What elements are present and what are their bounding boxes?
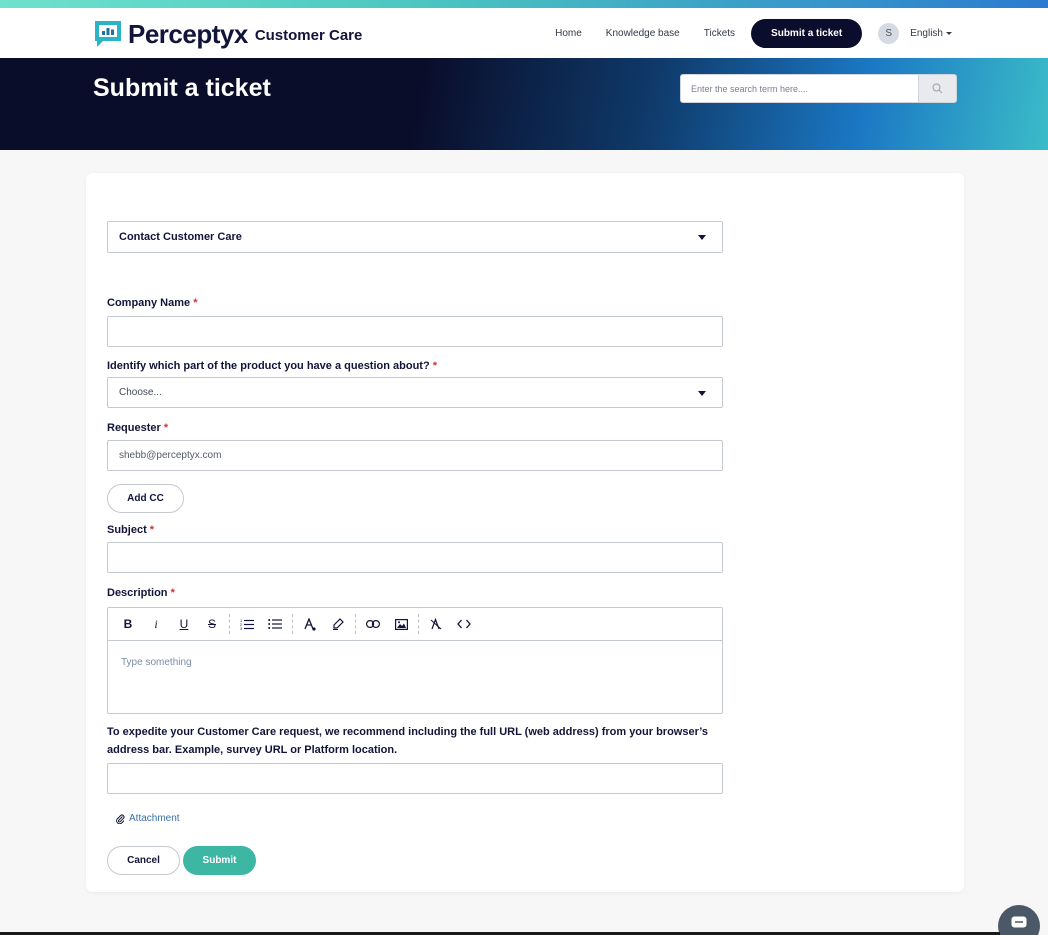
clear-format-icon[interactable] [422,613,450,635]
ticket-form-select[interactable]: Contact Customer Care [107,221,723,253]
language-label: English [910,27,943,39]
requester-field: Requester * [107,422,723,471]
editor-toolbar: B i U S 1 2 3 [108,608,722,641]
search-button[interactable] [919,74,957,103]
hero-banner: Submit a ticket [0,58,1048,150]
attachment-label: Attachment [129,813,180,824]
page-title: Submit a ticket [93,74,271,102]
chat-widget-button[interactable] [998,905,1040,935]
search-bar [680,74,957,103]
top-accent-bar [0,0,1048,8]
requester-label-text: Requester [107,422,161,434]
chevron-down-icon [698,235,706,240]
nav-submit-ticket-button[interactable]: Submit a ticket [751,18,863,48]
language-selector[interactable]: English [910,28,952,39]
company-name-field: Company Name * [107,297,723,347]
brand-product: Customer Care [254,27,363,44]
required-mark: * [193,297,198,309]
bold-icon[interactable]: B [114,613,142,635]
cancel-button[interactable]: Cancel [107,846,180,875]
strikethrough-icon[interactable]: S [198,613,226,635]
ticket-form-select-value: Contact Customer Care [119,231,242,243]
bullet-list-icon[interactable] [261,613,289,635]
site-header: Perceptyx Customer Care Home Knowledge b… [0,8,1048,58]
brand-name: Perceptyx [128,18,248,49]
toolbar-divider [292,614,293,634]
subject-field: Subject * [107,524,723,573]
required-mark: * [170,587,175,599]
subject-input[interactable] [107,542,723,573]
search-input[interactable] [680,74,919,103]
nav-tickets[interactable]: Tickets [704,28,735,39]
description-label: Description * [107,587,723,599]
ordered-list-icon[interactable]: 1 2 3 [233,613,261,635]
nav-knowledge-base[interactable]: Knowledge base [606,28,680,39]
search-icon [932,83,943,94]
chevron-down-icon [698,391,706,396]
subject-label-text: Subject [107,524,147,536]
ticket-form-select-field: Contact Customer Care [107,221,723,253]
brand-logo[interactable]: Perceptyx Customer Care [93,18,362,50]
underline-icon[interactable]: U [170,613,198,635]
submit-button[interactable]: Submit [183,846,256,875]
description-placeholder: Type something [121,657,192,668]
product-part-select[interactable]: Choose... [107,377,723,408]
image-icon[interactable] [387,613,415,635]
product-part-label-text: Identify which part of the product you h… [107,360,430,372]
requester-input[interactable] [107,440,723,471]
description-label-row: Description * [107,587,723,599]
product-part-field: Identify which part of the product you h… [107,360,723,408]
toolbar-divider [229,614,230,634]
description-textarea[interactable]: Type something [108,641,722,684]
main-nav: Home Knowledge base Tickets Submit a tic… [531,18,952,48]
company-name-label-text: Company Name [107,297,191,309]
product-part-label: Identify which part of the product you h… [107,360,723,372]
chat-icon [1011,916,1027,928]
user-avatar[interactable]: S [878,22,900,44]
company-name-input[interactable] [107,316,723,347]
company-name-label: Company Name * [107,297,723,309]
highlight-icon[interactable] [324,613,352,635]
ticket-form-card: Contact Customer Care Company Name * Ide… [86,173,964,892]
required-mark: * [163,422,169,434]
toolbar-divider [418,614,419,634]
description-label-text: Description [107,587,168,599]
text-color-icon[interactable] [296,613,324,635]
required-mark: * [432,360,438,372]
svg-text:3: 3 [240,626,243,630]
attachment-link[interactable]: Attachment [116,813,180,824]
code-icon[interactable] [450,613,478,635]
url-label: To expedite your Customer Care request, … [107,726,709,756]
italic-icon[interactable]: i [142,613,170,635]
required-mark: * [149,524,155,536]
paperclip-icon [116,814,125,824]
add-cc-button[interactable]: Add CC [107,484,184,513]
perceptyx-logo-icon [93,19,123,49]
description-editor: B i U S 1 2 3 Type something [107,607,723,714]
requester-label: Requester * [107,422,723,434]
url-input[interactable] [107,763,723,794]
product-part-select-value: Choose... [119,387,162,398]
url-field: To expedite your Customer Care request, … [107,723,723,794]
nav-home[interactable]: Home [555,28,582,39]
link-icon[interactable] [359,613,387,635]
toolbar-divider [355,614,356,634]
chevron-down-icon [946,31,952,35]
subject-label: Subject * [107,524,723,536]
